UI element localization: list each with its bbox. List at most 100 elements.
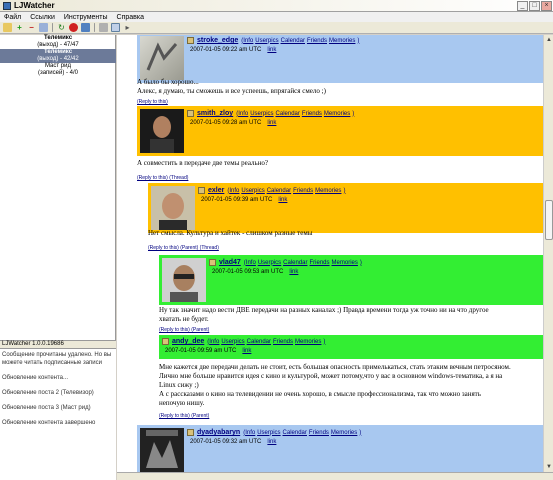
userpic: [162, 258, 206, 302]
link-info[interactable]: Info: [246, 260, 256, 266]
settings-icon[interactable]: ▸: [123, 23, 132, 32]
link-calendar[interactable]: Calendar: [283, 430, 307, 436]
toolbar-separator: [52, 23, 53, 32]
scroll-down-icon[interactable]: ▼: [545, 463, 553, 471]
link-userpics[interactable]: Userpics: [258, 260, 281, 266]
folder-icon[interactable]: [3, 23, 12, 32]
comment-line: Нет смысла. Культура и хайтек - слишком …: [148, 229, 313, 237]
username[interactable]: dyadyabaryn: [197, 429, 240, 436]
print-icon[interactable]: [99, 23, 108, 32]
comment-date: 2007-01-05 09:32 am UTC: [190, 439, 262, 445]
link-memories[interactable]: Memories: [315, 188, 341, 194]
comment-line: Алекс, я думаю, ты сможешь и все успеешь…: [137, 87, 326, 95]
log-entry: Обновление контента...: [2, 375, 69, 381]
add-icon[interactable]: +: [15, 23, 24, 32]
link-userpics[interactable]: Userpics: [241, 188, 264, 194]
user-links: (Info Userpics Calendar Friends Memories): [207, 338, 326, 345]
status-bar: [117, 472, 553, 480]
link-info[interactable]: Info: [245, 430, 255, 436]
close-button[interactable]: ×: [541, 0, 552, 11]
link-friends[interactable]: Friends: [307, 38, 327, 44]
link-friends[interactable]: Friends: [302, 111, 322, 117]
link-friends[interactable]: Friends: [309, 430, 329, 436]
reply-links[interactable]: (Reply to this) (Parent): [159, 327, 209, 333]
username[interactable]: smith_zloy: [197, 110, 233, 117]
comment-header: exler (Info Userpics Calendar Friends Memori…: [148, 183, 543, 233]
title-bar: LJWatcher _ □ ×: [0, 0, 553, 12]
comment-line: Ну так значит надо вести ДВЕ передачи на…: [159, 306, 489, 314]
comment-line: непочую нишу.: [159, 399, 205, 407]
link-memories[interactable]: Memories: [329, 38, 355, 44]
link-friends[interactable]: Friends: [293, 188, 313, 194]
mail-icon[interactable]: [111, 23, 120, 32]
link-calendar[interactable]: Calendar: [247, 339, 271, 345]
refresh-icon[interactable]: ↻: [57, 23, 66, 32]
user-icon: [187, 37, 194, 44]
comment-date: 2007-01-05 09:22 am UTC: [190, 47, 262, 53]
link-friends[interactable]: Friends: [310, 260, 330, 266]
link-memories[interactable]: Memories: [295, 339, 321, 345]
username[interactable]: stroke_edge: [197, 37, 238, 44]
userpic-image: [170, 265, 198, 302]
journal-list: Телемикс (выход) - 47/47 Телемикс (выход…: [0, 35, 116, 340]
app-icon: [3, 1, 11, 10]
link-calendar[interactable]: Calendar: [281, 38, 305, 44]
comment-link[interactable]: link: [278, 197, 287, 203]
user-links: (Info Userpics Calendar Friends Memories): [243, 259, 362, 266]
link-memories[interactable]: Memories: [332, 260, 358, 266]
minimize-button[interactable]: _: [517, 0, 528, 11]
userpic-image: [146, 430, 178, 468]
link-userpics[interactable]: Userpics: [255, 38, 278, 44]
comment-date: 2007-01-05 09:28 am UTC: [190, 120, 262, 126]
username[interactable]: exler: [208, 187, 224, 194]
journal-item[interactable]: Маст рид (записей) - 4/0: [0, 63, 116, 77]
link-calendar[interactable]: Calendar: [276, 111, 300, 117]
edit-icon[interactable]: [39, 23, 48, 32]
remove-icon[interactable]: −: [27, 23, 36, 32]
comment-date: 2007-01-05 09:39 am UTC: [201, 197, 273, 203]
journal-name: Телемикс: [43, 49, 73, 55]
link-info[interactable]: Info: [229, 188, 239, 194]
comment-text: А было бы хорошо... Алекс, я думаю, ты с…: [137, 78, 537, 96]
link-calendar[interactable]: Calendar: [267, 188, 291, 194]
link-info[interactable]: Info: [209, 339, 219, 345]
scroll-thumb[interactable]: [545, 200, 553, 240]
comment-link[interactable]: link: [289, 269, 298, 275]
link-memories[interactable]: Memories: [331, 430, 357, 436]
menu-help[interactable]: Справка: [117, 14, 144, 21]
reply-links[interactable]: (Reply to this) (Thread): [137, 175, 188, 181]
link-userpics[interactable]: Userpics: [221, 339, 244, 345]
vertical-scrollbar[interactable]: ▲ ▼: [543, 35, 553, 472]
mark-read-icon[interactable]: [81, 23, 90, 32]
journal-item[interactable]: Телемикс (выход) - 47/47: [0, 35, 116, 49]
username[interactable]: vlad47: [219, 259, 241, 266]
comment-link[interactable]: link: [267, 120, 276, 126]
stop-icon[interactable]: [69, 23, 78, 32]
reply-links[interactable]: (Reply to this) (Parent): [159, 413, 209, 419]
link-memories[interactable]: Memories: [324, 111, 350, 117]
comment-meta: dyadyabaryn (Info Userpics Calendar Friends…: [187, 425, 361, 472]
userpic: [140, 109, 184, 153]
username[interactable]: andy_dee: [172, 338, 204, 345]
menu-links[interactable]: Ссылки: [30, 14, 55, 21]
link-info[interactable]: Info: [238, 111, 248, 117]
menu-file[interactable]: Файл: [4, 14, 21, 21]
link-userpics[interactable]: Userpics: [250, 111, 273, 117]
link-calendar[interactable]: Calendar: [283, 260, 307, 266]
comment-link[interactable]: link: [267, 439, 276, 445]
link-info[interactable]: Info: [243, 38, 253, 44]
comment-link[interactable]: link: [267, 47, 276, 53]
menu-tools[interactable]: Инструменты: [64, 14, 108, 21]
scroll-up-icon[interactable]: ▲: [545, 36, 553, 44]
toolbar-separator: [94, 23, 95, 32]
link-friends[interactable]: Friends: [273, 339, 293, 345]
reply-links[interactable]: (Reply to this) (Parent) (Thread): [148, 245, 219, 251]
journal-name: Телемикс: [43, 35, 73, 41]
reply-links[interactable]: (Reply to this): [137, 99, 168, 105]
log-entry: Сообщение прочитаны удалено. Но вы может…: [2, 352, 112, 366]
user-icon: [162, 338, 169, 345]
link-userpics[interactable]: Userpics: [257, 430, 280, 436]
comment-link[interactable]: link: [242, 348, 251, 354]
journal-item-selected[interactable]: Телемикс (выход) - 42/42: [0, 49, 116, 63]
maximize-button[interactable]: □: [529, 0, 540, 11]
